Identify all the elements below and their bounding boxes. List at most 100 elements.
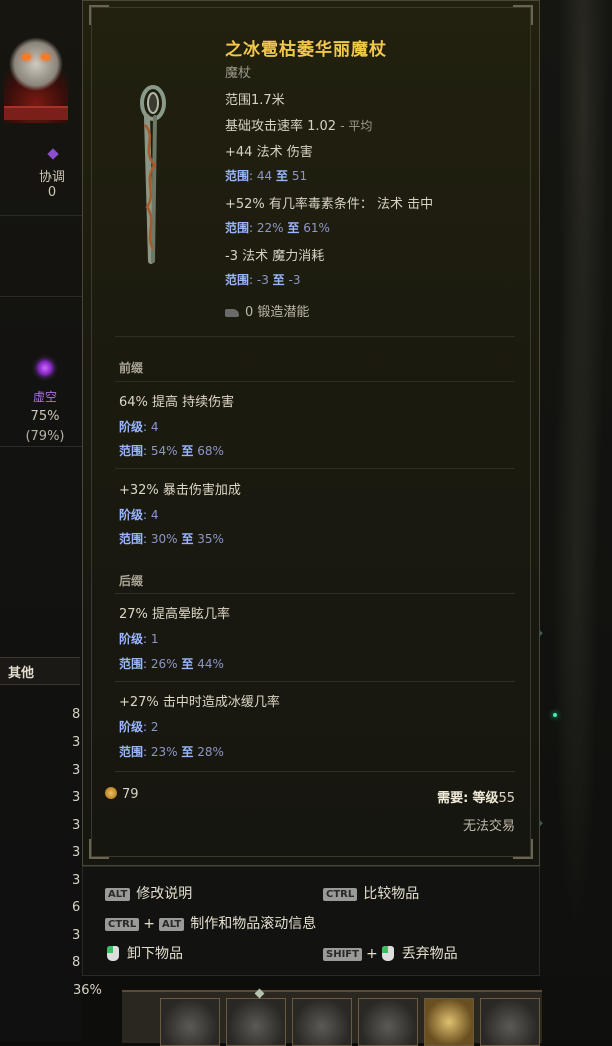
range-min: -3 bbox=[256, 273, 269, 287]
prefix-header: 前缀 bbox=[119, 361, 144, 375]
attunement-label: 协调 bbox=[38, 170, 65, 185]
affix-range: 范围: 26% 至 44% bbox=[119, 657, 224, 671]
other-section-header[interactable]: 其他 bbox=[0, 657, 80, 685]
tier-label: 阶级 bbox=[119, 632, 144, 646]
skill-slot[interactable] bbox=[358, 998, 418, 1046]
range-label: 范围 bbox=[225, 169, 250, 183]
divider bbox=[115, 771, 515, 772]
range-to: 至 bbox=[272, 273, 285, 287]
stat-value: 8 bbox=[72, 707, 81, 722]
skill-slot[interactable] bbox=[480, 998, 540, 1046]
range-min: 54% bbox=[150, 444, 178, 458]
affix-range: 范围: 54% 至 68% bbox=[119, 444, 224, 458]
range-to: 至 bbox=[181, 532, 194, 546]
divider bbox=[115, 681, 515, 682]
forging-potential: 0 锻造潜能 bbox=[225, 301, 309, 320]
hint-ctrl: CTRL 比较物品 bbox=[323, 883, 419, 903]
affix-tier: 阶级: 2 bbox=[119, 720, 159, 734]
divider bbox=[0, 215, 82, 216]
tier-label: 阶级 bbox=[119, 508, 144, 522]
hint-drop: SHIFT + 丢弃物品 bbox=[323, 943, 458, 963]
prefix-affix: 64% 提高 持续伤害 bbox=[119, 395, 235, 410]
hint-unequip: 卸下物品 bbox=[107, 943, 183, 963]
untradeable-label: 无法交易 bbox=[462, 819, 515, 834]
range-label: 范围 bbox=[225, 273, 250, 287]
range-label: 范围 bbox=[119, 444, 144, 458]
skill-slot[interactable] bbox=[424, 998, 474, 1046]
range-min: 26% bbox=[150, 657, 178, 671]
item-range: 范围1.7米 bbox=[225, 93, 285, 108]
right-background-panel bbox=[540, 0, 612, 1041]
divider bbox=[0, 446, 82, 447]
skill-slot[interactable] bbox=[226, 998, 286, 1046]
alt-key: ALT bbox=[158, 918, 185, 931]
affix-range: 范围: 23% 至 28% bbox=[119, 745, 224, 759]
stat-value: 3 bbox=[72, 818, 81, 833]
stat-value: 6 bbox=[72, 900, 81, 915]
range-max: 28% bbox=[197, 745, 224, 759]
range-min: 22% bbox=[256, 221, 284, 235]
divider bbox=[115, 336, 515, 337]
requirement-level-value: 55 bbox=[498, 791, 515, 806]
attunement-icon bbox=[47, 148, 59, 160]
skill-slot[interactable] bbox=[160, 998, 220, 1046]
range-max: 68% bbox=[197, 444, 224, 458]
implicit-range: 范围: -3 至 -3 bbox=[225, 273, 301, 287]
hint-text: 修改说明 bbox=[136, 886, 193, 902]
stat-value: 3 bbox=[72, 763, 81, 778]
affix-range: 范围: 30% 至 35% bbox=[119, 532, 224, 546]
tier-label: 阶级 bbox=[119, 720, 144, 734]
suffix-affix: +27% 击中时造成冰缓几率 bbox=[119, 695, 280, 710]
other-section-label: 其他 bbox=[8, 666, 35, 681]
skill-hotbar bbox=[122, 990, 542, 1046]
affix-tier: 阶级: 4 bbox=[119, 420, 159, 434]
divider bbox=[115, 593, 515, 594]
stat-value: 3 bbox=[72, 735, 81, 750]
left-character-panel: 协调 0 虚空 75% (79%) bbox=[0, 0, 82, 1041]
hint-text: 制作和物品滚动信息 bbox=[190, 916, 317, 932]
portrait-base bbox=[4, 106, 68, 120]
range-to: 至 bbox=[275, 169, 288, 183]
divider bbox=[0, 296, 82, 297]
alt-key: ALT bbox=[105, 888, 131, 901]
hint-text: 丢弃物品 bbox=[401, 946, 458, 962]
gold-amount: 79 bbox=[122, 787, 139, 802]
hint-ctrl-alt: CTRL + ALT 制作和物品滚动信息 bbox=[105, 913, 316, 933]
range-min: 44 bbox=[256, 169, 273, 183]
shift-key: SHIFT bbox=[323, 948, 362, 961]
void-percentage: 75% bbox=[30, 409, 60, 424]
tier-value: 1 bbox=[150, 632, 159, 646]
implicit-range: 范围: 22% 至 61% bbox=[225, 221, 330, 235]
frame-corner bbox=[513, 5, 533, 25]
stat-value: 3 bbox=[72, 790, 81, 805]
implicit-affix: +44 法术 伤害 bbox=[225, 145, 313, 160]
void-label: 虚空 bbox=[32, 390, 57, 404]
hint-text: 卸下物品 bbox=[127, 946, 183, 962]
mouse-left-icon bbox=[107, 946, 119, 961]
void-percentage-cap: (79%) bbox=[25, 429, 65, 444]
range-to: 至 bbox=[181, 444, 194, 458]
mouse-left-icon bbox=[381, 946, 394, 961]
hint-alt: ALT 修改说明 bbox=[105, 883, 192, 903]
ctrl-key: CTRL bbox=[105, 918, 140, 931]
range-min: 30% bbox=[150, 532, 178, 546]
level-requirement: 需要: 等级55 bbox=[437, 787, 515, 806]
range-max: 51 bbox=[291, 169, 308, 183]
attack-speed: 基础攻击速率 1.02 - 平均 bbox=[225, 115, 372, 134]
implicit-range: 范围: 44 至 51 bbox=[225, 169, 308, 183]
range-label: 范围 bbox=[119, 532, 144, 546]
frame-corner bbox=[89, 839, 109, 859]
item-tooltip: 之冰雹枯萎华丽魔杖 魔杖 范围1.7米 基础攻击速率 1.02 - 平均 +44… bbox=[82, 0, 540, 866]
wand-icon bbox=[140, 85, 166, 264]
tier-value: 4 bbox=[150, 508, 159, 522]
glow-ornament bbox=[553, 713, 557, 717]
range-to: 至 bbox=[181, 657, 194, 671]
frame-corner bbox=[513, 839, 533, 859]
character-portrait[interactable] bbox=[4, 28, 68, 123]
anvil-icon bbox=[225, 308, 239, 317]
attack-speed-suffix: - 平均 bbox=[340, 119, 373, 133]
item-name: 之冰雹枯萎华丽魔杖 bbox=[225, 40, 387, 60]
stat-value: 3 bbox=[72, 873, 81, 888]
tier-value: 4 bbox=[150, 420, 159, 434]
skill-slot[interactable] bbox=[292, 998, 352, 1046]
